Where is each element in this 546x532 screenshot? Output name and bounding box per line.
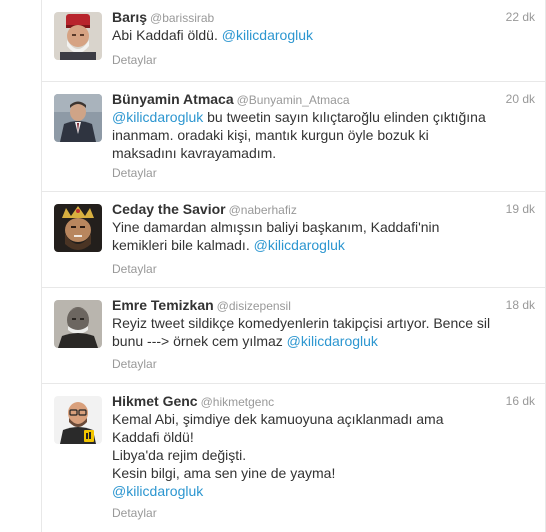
tweet-header: Ceday the Savior @naberhafiz 19 dk bbox=[112, 201, 535, 219]
tweet-text-line: Kaddafi öldü! bbox=[112, 429, 194, 445]
tweet-text-line: kemikleri bile kalmadı. @kilicdarogluk bbox=[112, 236, 527, 254]
details-link[interactable]: Detaylar bbox=[112, 506, 157, 520]
tweet-timestamp[interactable]: 22 dk bbox=[506, 10, 535, 24]
mention-link[interactable]: @kilicdarogluk bbox=[112, 483, 203, 499]
avatar-man-suit-icon bbox=[54, 94, 102, 142]
tweet-timestamp[interactable]: 20 dk bbox=[506, 92, 535, 106]
avatar-old-man-portrait-icon bbox=[54, 300, 102, 348]
user-fullname[interactable]: Bünyamin Atmaca bbox=[112, 91, 234, 107]
tweet-text-line: Libya'da rejim değişti. bbox=[112, 447, 247, 463]
tweet-text: Kemal Abi, şimdiye dek kamuoyuna açıklan… bbox=[112, 410, 527, 500]
user-avatar[interactable] bbox=[54, 12, 102, 60]
mention-link[interactable]: @kilicdarogluk bbox=[112, 109, 203, 125]
tweet-text-line: Kemal Abi, şimdiye dek kamuoyuna açıklan… bbox=[112, 411, 444, 427]
tweet-header: Bünyamin Atmaca @Bunyamin_Atmaca 20 dk bbox=[112, 91, 535, 109]
tweet-timestamp[interactable]: 19 dk bbox=[506, 202, 535, 216]
tweet-text-line: Abi Kaddafi öldü. @kilicdarogluk bbox=[112, 26, 527, 44]
user-screen-name[interactable]: @Bunyamin_Atmaca bbox=[237, 93, 350, 107]
tweet[interactable]: Ceday the Savior @naberhafiz 19 dk Yine d… bbox=[42, 192, 545, 288]
tweet[interactable]: Bünyamin Atmaca @Bunyamin_Atmaca 20 dk @k… bbox=[42, 82, 545, 192]
tweet-timestamp[interactable]: 16 dk bbox=[506, 394, 535, 408]
avatar-man-crown-icon bbox=[54, 204, 102, 252]
details-link[interactable]: Detaylar bbox=[112, 262, 157, 276]
user-screen-name[interactable]: @hikmetgenc bbox=[201, 395, 275, 409]
tweet-timestamp[interactable]: 18 dk bbox=[506, 298, 535, 312]
tweet-text: Reyiz tweet sildikçe komedyenlerin takip… bbox=[112, 314, 527, 350]
tweet[interactable]: Emre Temizkan @disizepensil 18 dk Reyiz t… bbox=[42, 288, 545, 384]
avatar-bald-man-glasses-icon bbox=[54, 396, 102, 444]
mention-link[interactable]: @kilicdarogluk bbox=[254, 237, 345, 253]
user-avatar[interactable] bbox=[54, 396, 102, 444]
tweet-text-fragment: Abi Kaddafi öldü. bbox=[112, 27, 222, 43]
tweet-text-line: @kilicdarogluk bu tweetin sayın kılıçtar… bbox=[112, 108, 527, 126]
tweet-header: Emre Temizkan @disizepensil 18 dk bbox=[112, 297, 535, 315]
user-fullname[interactable]: Barış bbox=[112, 9, 147, 25]
user-screen-name[interactable]: @disizepensil bbox=[217, 299, 291, 313]
details-link[interactable]: Detaylar bbox=[112, 357, 157, 371]
tweet-text-line: Kesin bilgi, ama sen yine de yayma! bbox=[112, 465, 336, 481]
details-link[interactable]: Detaylar bbox=[112, 53, 157, 67]
user-avatar[interactable] bbox=[54, 300, 102, 348]
tweet-header: Barış @barissirab 22 dk bbox=[112, 9, 535, 27]
mention-link[interactable]: @kilicdarogluk bbox=[222, 27, 313, 43]
tweet-text-line: inanmam. oradaki kişi, mantık kurgun öyl… bbox=[112, 127, 429, 143]
tweet-text: Abi Kaddafi öldü. @kilicdarogluk bbox=[112, 26, 527, 44]
avatar-man-red-fez-icon bbox=[54, 12, 102, 60]
user-fullname[interactable]: Ceday the Savior bbox=[112, 201, 226, 217]
tweet-stream: Barış @barissirab 22 dk Abi Kaddafi öldü.… bbox=[0, 0, 546, 532]
user-fullname[interactable]: Hikmet Genc bbox=[112, 393, 198, 409]
tweet-text-fragment: bunu ---> örnek cem yılmaz bbox=[112, 333, 287, 349]
tweet[interactable]: Barış @barissirab 22 dk Abi Kaddafi öldü.… bbox=[42, 0, 545, 82]
tweet-text-line: maksadını kavrayamadım. bbox=[112, 145, 277, 161]
tweet-text-line: Reyiz tweet sildikçe komedyenlerin takip… bbox=[112, 315, 491, 331]
user-screen-name[interactable]: @barissirab bbox=[150, 11, 214, 25]
tweet-text-fragment: bu tweetin sayın kılıçtaroğlu elinden çı… bbox=[203, 109, 486, 125]
tweet-text-line: @kilicdarogluk bbox=[112, 482, 527, 500]
user-fullname[interactable]: Emre Temizkan bbox=[112, 297, 214, 313]
user-screen-name[interactable]: @naberhafiz bbox=[229, 203, 297, 217]
user-avatar[interactable] bbox=[54, 94, 102, 142]
tweet-text-line: bunu ---> örnek cem yılmaz @kilicdaroglu… bbox=[112, 332, 527, 350]
tweet-header: Hikmet Genc @hikmetgenc 16 dk bbox=[112, 393, 535, 411]
tweet-text-fragment: kemikleri bile kalmadı. bbox=[112, 237, 254, 253]
tweet[interactable]: Hikmet Genc @hikmetgenc 16 dk Kemal Abi, … bbox=[42, 384, 545, 532]
tweet-text: @kilicdarogluk bu tweetin sayın kılıçtar… bbox=[112, 108, 527, 162]
mention-link[interactable]: @kilicdarogluk bbox=[287, 333, 378, 349]
tweet-text-line: Yine damardan almışsın baliyi başkanım, … bbox=[112, 219, 440, 235]
details-link[interactable]: Detaylar bbox=[112, 166, 157, 180]
user-avatar[interactable] bbox=[54, 204, 102, 252]
tweet-text: Yine damardan almışsın baliyi başkanım, … bbox=[112, 218, 527, 254]
